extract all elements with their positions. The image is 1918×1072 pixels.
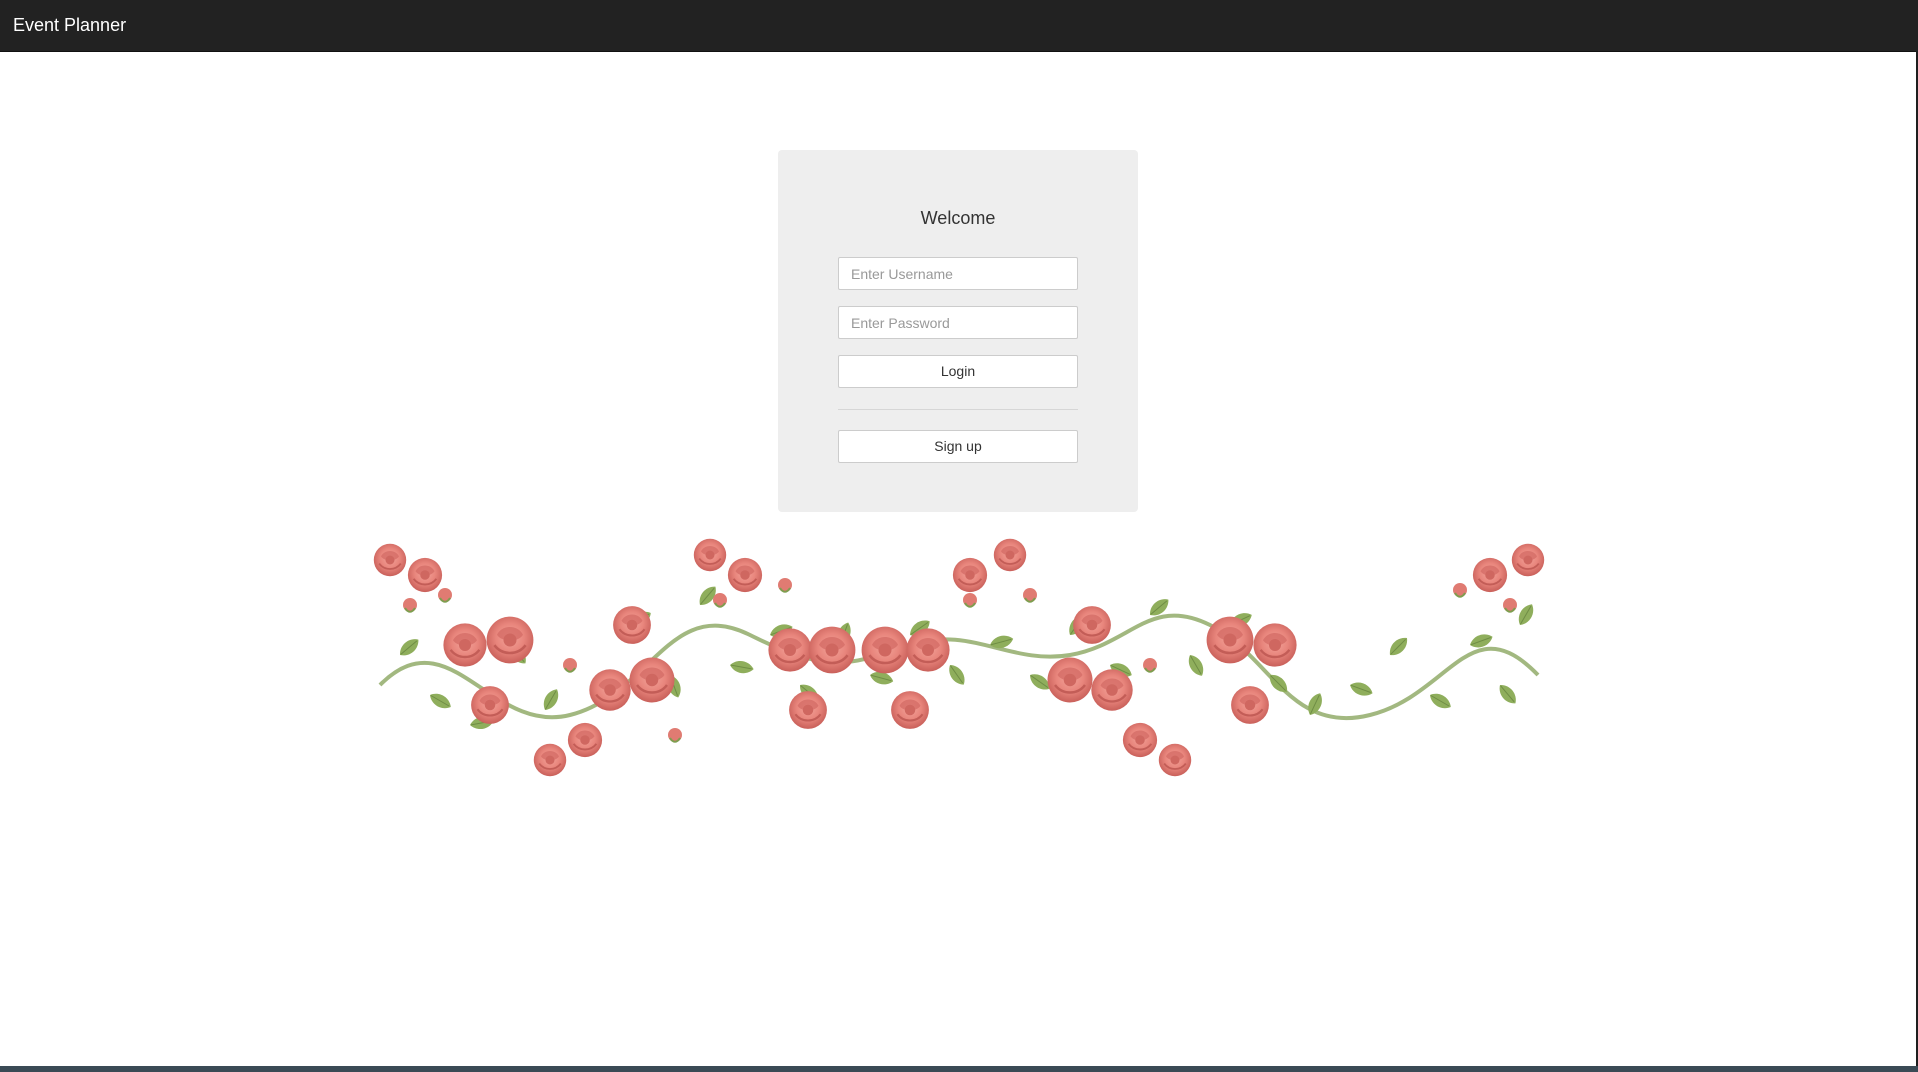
login-panel: Welcome Login Sign up bbox=[778, 150, 1138, 512]
password-input[interactable] bbox=[838, 306, 1078, 339]
signup-button[interactable]: Sign up bbox=[838, 430, 1078, 463]
rose-garland-icon bbox=[372, 537, 1546, 778]
app-title[interactable]: Event Planner bbox=[13, 14, 126, 36]
divider bbox=[838, 409, 1078, 410]
username-input[interactable] bbox=[838, 257, 1078, 290]
taskbar-strip bbox=[0, 1066, 1918, 1072]
login-button[interactable]: Login bbox=[838, 355, 1078, 388]
top-navbar: Event Planner bbox=[0, 0, 1918, 52]
welcome-heading: Welcome bbox=[920, 208, 996, 228]
